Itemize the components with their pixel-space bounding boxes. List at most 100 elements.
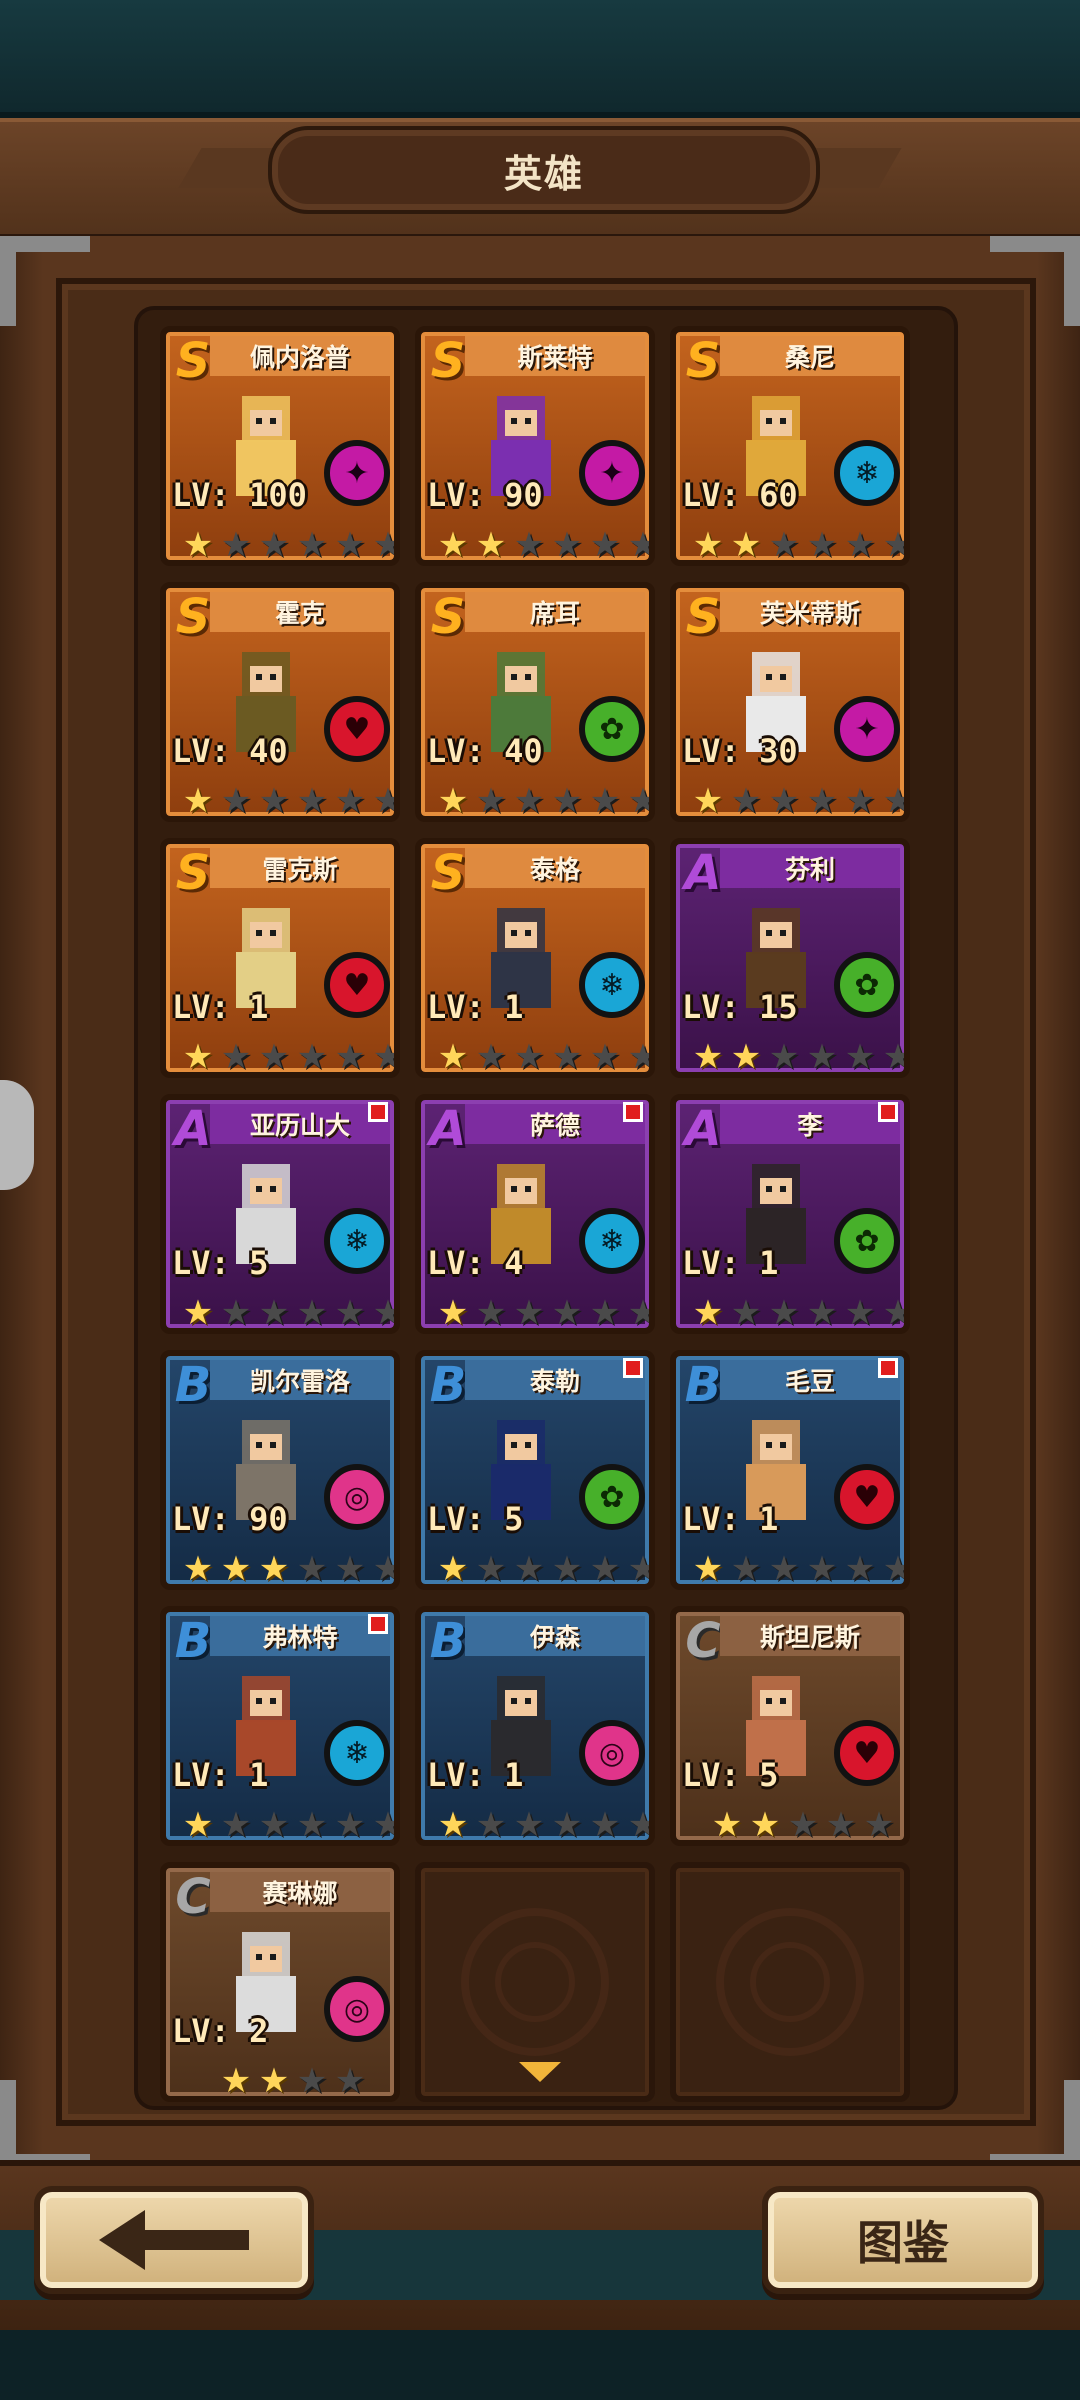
star-filled-icon: ★: [437, 1037, 469, 1077]
hero-card[interactable]: S芙米蒂斯✦LV: 30★★★★★★: [670, 582, 910, 822]
magic-element-icon: ✦: [324, 440, 390, 506]
star-empty-icon: ★: [296, 1293, 328, 1333]
star-filled-icon: ★: [437, 1805, 469, 1845]
hero-name: 斯坦尼斯: [759, 1623, 860, 1652]
hero-name-bar: 凯尔雷洛: [210, 1360, 390, 1400]
star-rating: ★★★★★★: [180, 525, 394, 565]
hero-name: 芙米蒂斯: [759, 599, 860, 628]
star-filled-icon: ★: [692, 781, 724, 821]
nature-element-icon: ✿: [834, 1208, 900, 1274]
hero-card[interactable]: S斯莱特✦LV: 90★★★★★★: [415, 326, 655, 566]
hero-level: LV: 1: [427, 988, 524, 1026]
hero-card[interactable]: B毛豆♥LV: 1★★★★★★: [670, 1350, 910, 1590]
hero-card[interactable]: A芬利✿LV: 15★★★★★★: [670, 838, 910, 1078]
hero-card[interactable]: B伊森◎LV: 1★★★★★★: [415, 1606, 655, 1846]
star-empty-icon: ★: [296, 525, 328, 565]
slot-ornament-inner: [750, 1942, 830, 2022]
new-indicator-badge: [368, 1102, 388, 1122]
hero-card[interactable]: S霍克♥LV: 40★★★★★★: [160, 582, 400, 822]
hero-card[interactable]: B弗林特❄LV: 1★★★★★★: [160, 1606, 400, 1846]
back-button[interactable]: [34, 2186, 314, 2294]
star-empty-icon: ★: [513, 1549, 545, 1589]
hero-card[interactable]: S桑尼❄LV: 60★★★★★★: [670, 326, 910, 566]
hero-card[interactable]: A李✿LV: 1★★★★★★: [670, 1094, 910, 1334]
star-empty-icon: ★: [258, 525, 290, 565]
corner-bracket-top-left: [0, 236, 90, 326]
hero-name-bar: 弗林特: [210, 1616, 390, 1656]
star-filled-icon: ★: [182, 781, 214, 821]
hero-level: LV: 2: [172, 2012, 269, 2050]
ice-element-icon: ❄: [579, 952, 645, 1018]
hero-name: 桑尼: [784, 343, 835, 372]
hero-card[interactable]: C 斯坦尼斯 ♥ LV: 5 ★ ★ ★ ★ ★: [670, 1606, 910, 1846]
star-rating: ★★★★★★: [690, 1549, 904, 1589]
star-empty-icon: ★: [334, 2061, 366, 2101]
hero-card[interactable]: S雷克斯♥LV: 1★★★★★★: [160, 838, 400, 1078]
hero-name-bar: 芙米蒂斯: [720, 592, 900, 632]
hero-name: 雷克斯: [262, 855, 338, 884]
star-filled-icon: ★: [437, 1549, 469, 1589]
star-filled-icon: ★: [730, 1037, 762, 1077]
hero-name: 芬利: [784, 855, 835, 884]
star-empty-icon: ★: [513, 525, 545, 565]
star-empty-icon: ★: [220, 1037, 252, 1077]
star-empty-icon: ★: [787, 1805, 819, 1845]
hero-name: 赛琳娜: [262, 1879, 338, 1908]
hero-card[interactable]: A萨德❄LV: 4★★★★★★: [415, 1094, 655, 1334]
hero-level: LV: 5: [427, 1500, 524, 1538]
star-empty-icon: ★: [551, 1805, 583, 1845]
hero-name: 霍克: [274, 599, 325, 628]
hero-level: LV: 40: [427, 732, 543, 770]
star-empty-icon: ★: [589, 1805, 621, 1845]
star-filled-icon: ★: [182, 1805, 214, 1845]
hero-card[interactable]: C 赛琳娜 ◎ LV: 2 ★ ★ ★ ★: [160, 1862, 400, 2102]
scroll-down-arrow-icon[interactable]: [519, 2062, 561, 2082]
hero-level: LV: 60: [682, 476, 798, 514]
hero-card[interactable]: S佩内洛普✦LV: 100★★★★★★: [160, 326, 400, 566]
star-empty-icon: ★: [844, 781, 876, 821]
star-empty-icon: ★: [334, 525, 366, 565]
corner-bracket-top-right: [990, 236, 1080, 326]
hero-card[interactable]: A亚历山大❄LV: 5★★★★★★: [160, 1094, 400, 1334]
star-empty-icon: ★: [513, 1293, 545, 1333]
hero-name-bar: 赛琳娜: [210, 1872, 390, 1912]
star-empty-icon: ★: [625, 1040, 649, 1072]
star-rating: ★★★★★★: [690, 781, 904, 821]
hero-card[interactable]: B泰勒✿LV: 5★★★★★★: [415, 1350, 655, 1590]
hero-card[interactable]: S席耳✿LV: 40★★★★★★: [415, 582, 655, 822]
star-empty-icon: ★: [475, 1805, 507, 1845]
hero-name: 泰格: [529, 855, 580, 884]
new-indicator-badge: [623, 1358, 643, 1378]
star-empty-icon: ★: [625, 1808, 649, 1840]
hero-name-bar: 泰勒: [465, 1360, 645, 1400]
star-empty-icon: ★: [513, 781, 545, 821]
star-rating: ★★★★★★: [435, 525, 649, 565]
star-empty-icon: ★: [589, 781, 621, 821]
hero-card[interactable]: B凯尔雷洛◎LV: 90★★★★★★: [160, 1350, 400, 1590]
star-empty-icon: ★: [806, 1293, 838, 1333]
hero-card[interactable]: S泰格❄LV: 1★★★★★★: [415, 838, 655, 1078]
star-empty-icon: ★: [258, 1037, 290, 1077]
hero-name: 斯莱特: [517, 343, 593, 372]
star-rating: ★★★★★★: [435, 1293, 649, 1333]
star-empty-icon: ★: [370, 784, 394, 816]
star-empty-icon: ★: [880, 528, 904, 560]
hero-level: LV: 1: [172, 988, 269, 1026]
star-empty-icon: ★: [625, 1552, 649, 1584]
star-filled-icon: ★: [182, 1293, 214, 1333]
star-empty-icon: ★: [768, 1037, 800, 1077]
nature-element-icon: ✿: [579, 1464, 645, 1530]
star-empty-icon: ★: [844, 1549, 876, 1589]
hero-dex-button[interactable]: 图鉴: [762, 2186, 1044, 2294]
star-empty-icon: ★: [258, 781, 290, 821]
star-empty-icon: ★: [475, 1293, 507, 1333]
star-empty-icon: ★: [296, 1805, 328, 1845]
star-empty-icon: ★: [258, 1293, 290, 1333]
hero-level: LV: 90: [427, 476, 543, 514]
new-indicator-badge: [623, 1102, 643, 1122]
star-empty-icon: ★: [220, 781, 252, 821]
star-empty-icon: ★: [844, 1037, 876, 1077]
star-rating: ★★★★★★: [180, 781, 394, 821]
hero-name-bar: 芬利: [720, 848, 900, 888]
new-indicator-badge: [368, 1614, 388, 1634]
